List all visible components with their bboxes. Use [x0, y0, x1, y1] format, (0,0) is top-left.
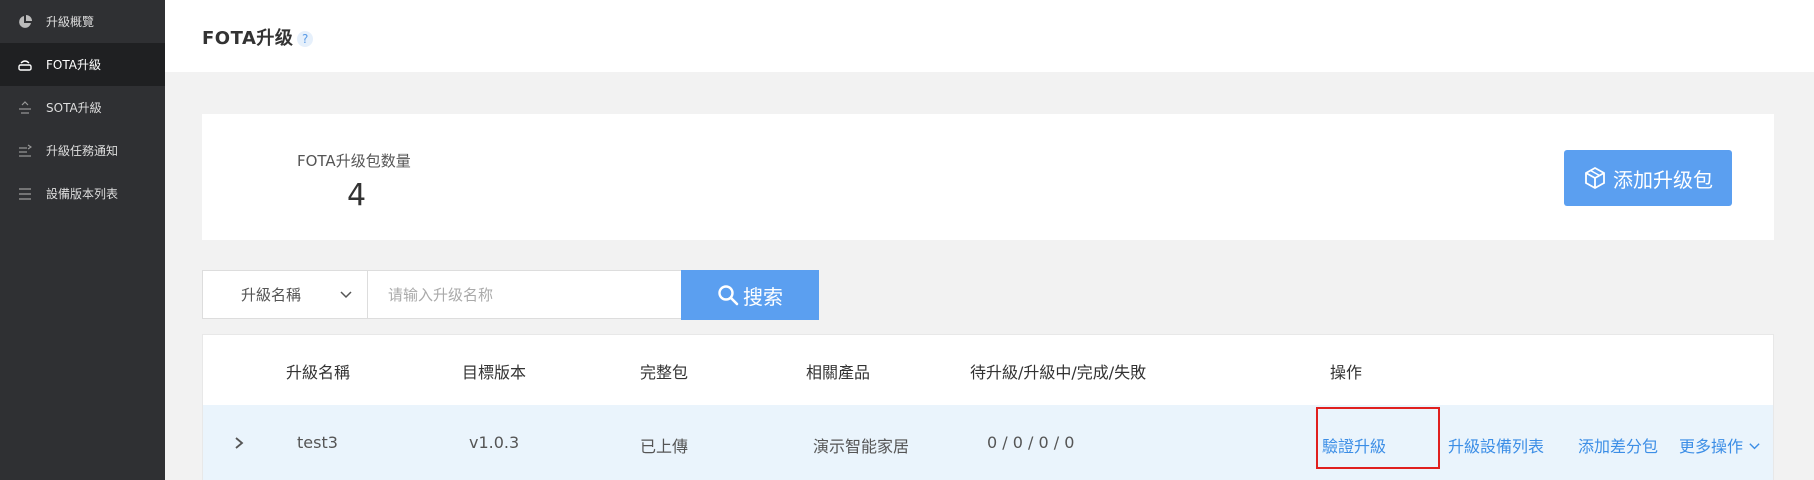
search-icon	[718, 285, 739, 306]
more-actions-label: 更多操作	[1679, 437, 1744, 456]
router-icon	[16, 58, 34, 72]
upgrade-device-list-link[interactable]: 升級設備列表	[1448, 433, 1544, 457]
chevron-right-icon[interactable]	[233, 435, 245, 451]
column-header-name: 升級名稱	[286, 363, 351, 382]
cell-name: test3	[297, 433, 338, 452]
sidebar-item-label: 設備版本列表	[46, 187, 119, 201]
package-box-icon	[1585, 166, 1605, 190]
sidebar-item-sota[interactable]: SOTA升級	[0, 86, 165, 129]
chevron-down-icon	[340, 291, 352, 299]
list-icon	[16, 187, 34, 201]
add-package-button[interactable]: 添加升级包	[1564, 150, 1732, 206]
main-content: FOTA升级? FOTA升级包数量 4 添加升级包 升級名稱 搜索 升級名稱 目…	[165, 0, 1814, 480]
column-header-version: 目標版本	[462, 363, 527, 382]
sidebar-item-label: SOTA升級	[46, 101, 102, 115]
chevron-down-icon	[1749, 443, 1760, 450]
search-button-label: 搜索	[743, 284, 783, 309]
search-input[interactable]	[368, 270, 684, 319]
pie-chart-icon	[16, 14, 34, 29]
search-field-select[interactable]: 升級名稱	[202, 270, 368, 319]
package-count-value: 4	[347, 178, 367, 213]
verify-upgrade-link[interactable]: 驗證升級	[1322, 433, 1386, 457]
notification-list-icon	[16, 144, 34, 158]
cell-version: v1.0.3	[469, 433, 520, 452]
package-table: 升級名稱 目標版本 完整包 相關產品 待升級/升級中/完成/失敗 操作 test…	[202, 334, 1774, 480]
search-button[interactable]: 搜索	[681, 270, 819, 320]
sidebar-item-overview[interactable]: 升級概覽	[0, 0, 165, 43]
column-header-actions: 操作	[1330, 363, 1363, 382]
sidebar-item-task-notice[interactable]: 升級任務通知	[0, 129, 165, 172]
sidebar-item-label: 升級概覽	[46, 15, 95, 29]
sidebar-item-fota[interactable]: FOTA升級	[0, 43, 165, 86]
more-actions-dropdown[interactable]: 更多操作	[1679, 433, 1761, 457]
column-header-package: 完整包	[640, 363, 689, 382]
package-count-label: FOTA升级包数量	[297, 152, 411, 170]
stats-card: FOTA升级包数量 4 添加升级包	[202, 114, 1774, 240]
cell-package: 已上傳	[640, 437, 689, 456]
column-header-status: 待升級/升級中/完成/失敗	[970, 363, 1147, 382]
upload-icon	[16, 100, 34, 115]
column-header-product: 相關產品	[806, 363, 871, 382]
sidebar: 升級概覽 FOTA升級 SOTA升級 升級任務通知 設備版本列表	[0, 0, 165, 480]
search-field-value: 升級名稱	[241, 286, 302, 304]
cell-status: 0 / 0 / 0 / 0	[987, 433, 1075, 452]
add-diff-package-link[interactable]: 添加差分包	[1578, 433, 1658, 457]
sidebar-item-label: FOTA升級	[46, 58, 101, 72]
add-package-label: 添加升级包	[1613, 167, 1713, 192]
sidebar-item-device-versions[interactable]: 設備版本列表	[0, 172, 165, 215]
page-header: FOTA升级?	[165, 0, 1814, 72]
page-title: FOTA升级?	[202, 24, 314, 50]
cell-product: 演示智能家居	[813, 437, 910, 456]
sidebar-item-label: 升級任務通知	[46, 144, 119, 158]
table-row[interactable]: test3 v1.0.3 已上傳 演示智能家居 0 / 0 / 0 / 0 驗證…	[203, 405, 1773, 480]
help-icon[interactable]: ?	[297, 31, 314, 47]
